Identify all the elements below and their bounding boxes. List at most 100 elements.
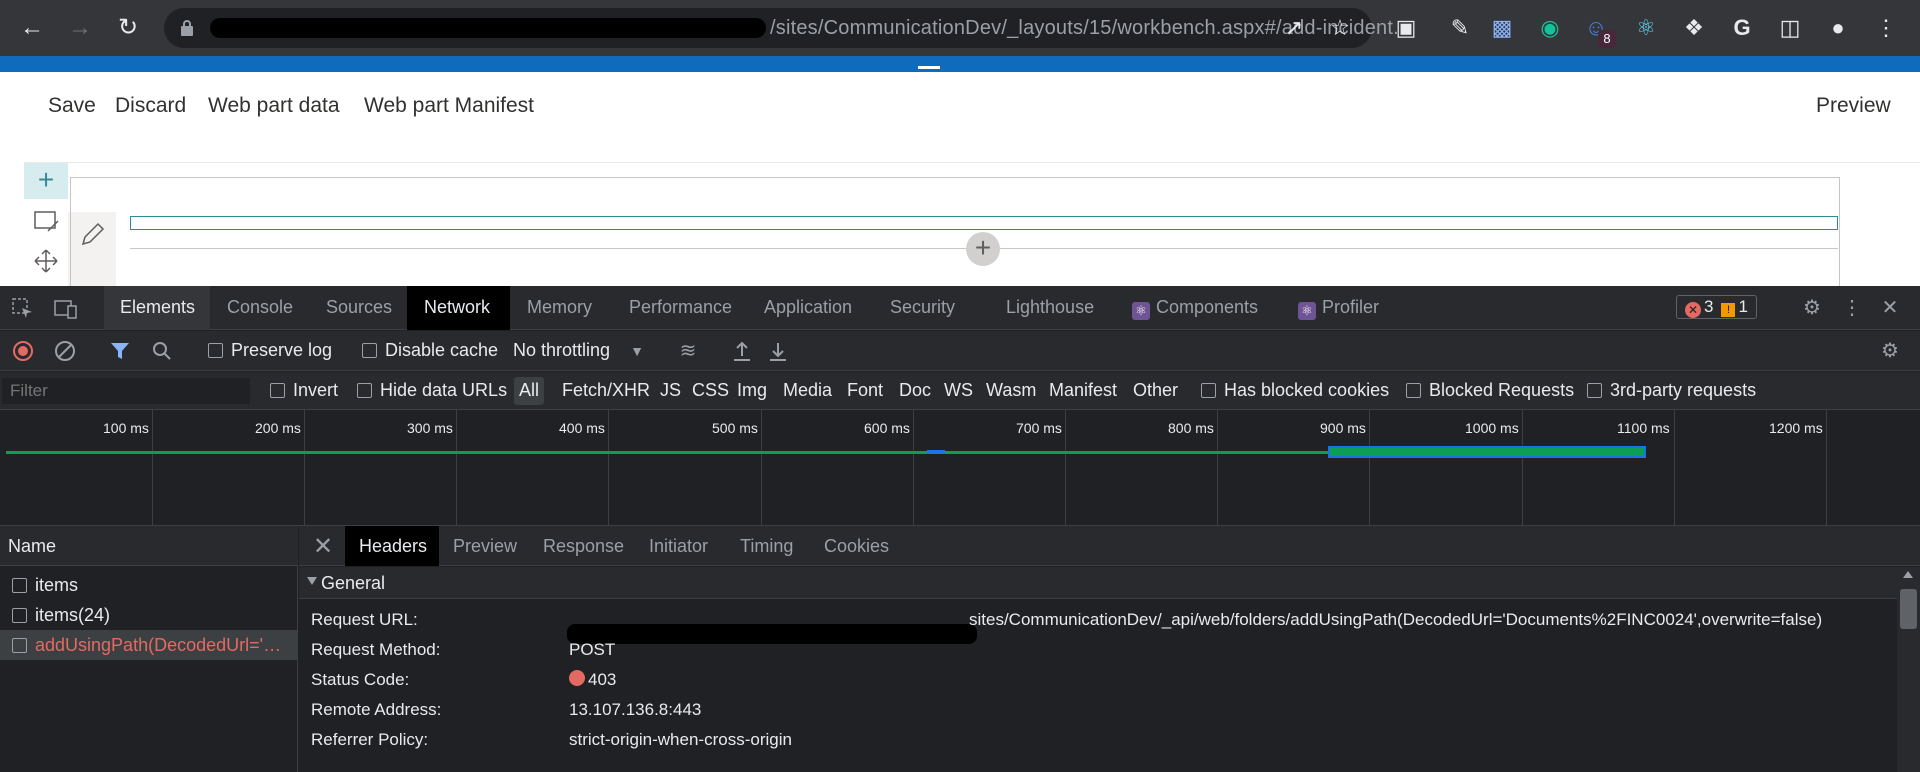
devtools-menu-icon[interactable]: ⋮ (1840, 296, 1864, 320)
color-picker-extension-icon[interactable]: ✎ (1446, 14, 1474, 42)
tab-network[interactable]: Network (424, 297, 490, 318)
divider (24, 162, 1920, 163)
settings-gear-icon[interactable]: ⚙ (1800, 296, 1824, 320)
network-settings-gear-icon[interactable]: ⚙ (1878, 339, 1902, 363)
close-details-icon[interactable]: ✕ (313, 532, 333, 561)
tab-application[interactable]: Application (764, 297, 852, 318)
tab-performance[interactable]: Performance (629, 297, 732, 318)
network-overview-timeline[interactable]: 100 ms 200 ms 300 ms 400 ms 500 ms 600 m… (0, 410, 1920, 526)
search-icon[interactable] (152, 341, 172, 361)
tab-timing[interactable]: Timing (740, 536, 793, 557)
scroll-up-icon[interactable] (1903, 571, 1913, 578)
back-icon[interactable]: ← (16, 12, 48, 44)
react-devtools-icon[interactable]: ⚛ (1632, 14, 1660, 42)
request-method-value: POST (569, 640, 616, 659)
address-bar[interactable]: /sites/CommunicationDev/_layouts/15/work… (164, 8, 1410, 48)
grammarly-icon[interactable]: ◉ (1536, 14, 1564, 42)
import-har-icon[interactable] (732, 340, 752, 362)
filter-funnel-icon[interactable] (110, 341, 130, 361)
type-filter-doc[interactable]: Doc (899, 380, 931, 401)
tab-response[interactable]: Response (543, 536, 624, 557)
tab-initiator[interactable]: Initiator (649, 536, 708, 557)
filter-input[interactable] (2, 378, 250, 404)
tab-security[interactable]: Security (890, 297, 955, 318)
type-filter-all[interactable]: All (519, 380, 539, 401)
preserve-log-checkbox[interactable]: Preserve log (208, 340, 332, 361)
tick-label: 600 ms (864, 420, 910, 436)
save-button[interactable]: Save (48, 94, 96, 118)
profile-avatar-icon[interactable]: ● (1824, 14, 1852, 42)
type-filter-wasm[interactable]: Wasm (986, 380, 1036, 401)
forward-icon[interactable]: → (64, 12, 96, 44)
type-filter-ws[interactable]: WS (944, 380, 973, 401)
export-har-icon[interactable] (768, 340, 788, 362)
edit-section-icon[interactable] (34, 211, 60, 233)
tab-console[interactable]: Console (227, 297, 293, 318)
resize-grip[interactable] (918, 66, 940, 69)
share-icon[interactable]: ↗ (1280, 14, 1308, 42)
tab-profiler[interactable]: ⚛ Profiler (1298, 297, 1379, 320)
browser-menu-icon[interactable]: ⋮ (1872, 14, 1900, 42)
inspect-element-icon[interactable] (12, 298, 34, 320)
url-redaction (567, 624, 977, 644)
tick-label: 500 ms (712, 420, 758, 436)
side-panel-icon[interactable]: ◫ (1776, 14, 1804, 42)
bookmark-star-icon[interactable]: ☆ (1326, 14, 1354, 42)
tab-preview[interactable]: Preview (453, 536, 517, 557)
waterfall-selected-range (1328, 446, 1646, 458)
device-toolbar-icon[interactable] (54, 298, 78, 320)
camera-extension-icon[interactable]: ▣ (1392, 14, 1420, 42)
add-section-plus-icon[interactable]: + (24, 163, 68, 199)
invert-checkbox[interactable]: Invert (270, 380, 338, 401)
issues-counter[interactable]: ✕ 3! 1 (1676, 295, 1757, 319)
type-filter-img[interactable]: Img (737, 380, 767, 401)
type-filter-font[interactable]: Font (847, 380, 883, 401)
tab-memory[interactable]: Memory (527, 297, 592, 318)
general-section-header[interactable]: General (299, 567, 1897, 599)
web-part-data-button[interactable]: Web part data (208, 94, 340, 118)
hide-data-urls-checkbox[interactable]: Hide data URLs (357, 380, 507, 401)
scroll-thumb[interactable] (1900, 589, 1917, 629)
name-header-label: Name (8, 536, 57, 556)
type-filter-fetch-xhr[interactable]: Fetch/XHR (562, 380, 650, 401)
type-filter-js[interactable]: JS (660, 380, 681, 401)
tab-headers[interactable]: Headers (359, 536, 427, 557)
tick-line (608, 410, 609, 526)
tab-lighthouse[interactable]: Lighthouse (1006, 297, 1094, 318)
has-blocked-cookies-checkbox[interactable]: Has blocked cookies (1201, 380, 1389, 401)
tab-cookies[interactable]: Cookies (824, 536, 889, 557)
warning-icon: ! (1721, 303, 1736, 317)
screen-capture-extension-icon[interactable]: ▩ (1488, 14, 1516, 42)
tab-elements[interactable]: Elements (120, 297, 195, 318)
third-party-requests-checkbox[interactable]: 3rd-party requests (1587, 380, 1756, 401)
add-web-part-plus-icon[interactable]: + (966, 232, 1000, 266)
google-extension-icon[interactable]: G (1728, 14, 1756, 42)
request-row[interactable]: items(24) (0, 600, 298, 630)
throttling-select[interactable]: No throttling ▼ (513, 340, 644, 361)
close-devtools-icon[interactable]: ✕ (1878, 296, 1902, 320)
type-filter-media[interactable]: Media (783, 380, 832, 401)
record-stop-icon[interactable] (12, 340, 34, 362)
checkbox-box (208, 343, 223, 358)
preview-button[interactable]: Preview (1816, 94, 1891, 118)
details-scrollbar[interactable] (1897, 567, 1920, 772)
checkbox-box (1587, 383, 1602, 398)
move-icon[interactable] (34, 249, 58, 273)
request-row-selected[interactable]: addUsingPath(DecodedUrl='Documents%2FINC… (0, 630, 298, 660)
web-part-manifest-button[interactable]: Web part Manifest (364, 94, 534, 118)
tab-components[interactable]: ⚛ Components (1132, 297, 1258, 320)
extensions-puzzle-icon[interactable]: ❖ (1680, 14, 1708, 42)
web-part-zone[interactable] (130, 216, 1838, 230)
discard-button[interactable]: Discard (115, 94, 186, 118)
type-filter-css[interactable]: CSS (692, 380, 729, 401)
blocked-requests-checkbox[interactable]: Blocked Requests (1406, 380, 1574, 401)
network-conditions-wifi-icon[interactable]: ≋ (676, 339, 700, 363)
reload-icon[interactable]: ↻ (112, 12, 144, 44)
request-row[interactable]: items (0, 570, 298, 600)
clear-icon[interactable] (54, 340, 76, 362)
type-filter-manifest[interactable]: Manifest (1049, 380, 1117, 401)
tab-sources[interactable]: Sources (326, 297, 392, 318)
name-column-header[interactable]: Name (0, 526, 298, 566)
type-filter-other[interactable]: Other (1133, 380, 1178, 401)
disable-cache-checkbox[interactable]: Disable cache (362, 340, 498, 361)
